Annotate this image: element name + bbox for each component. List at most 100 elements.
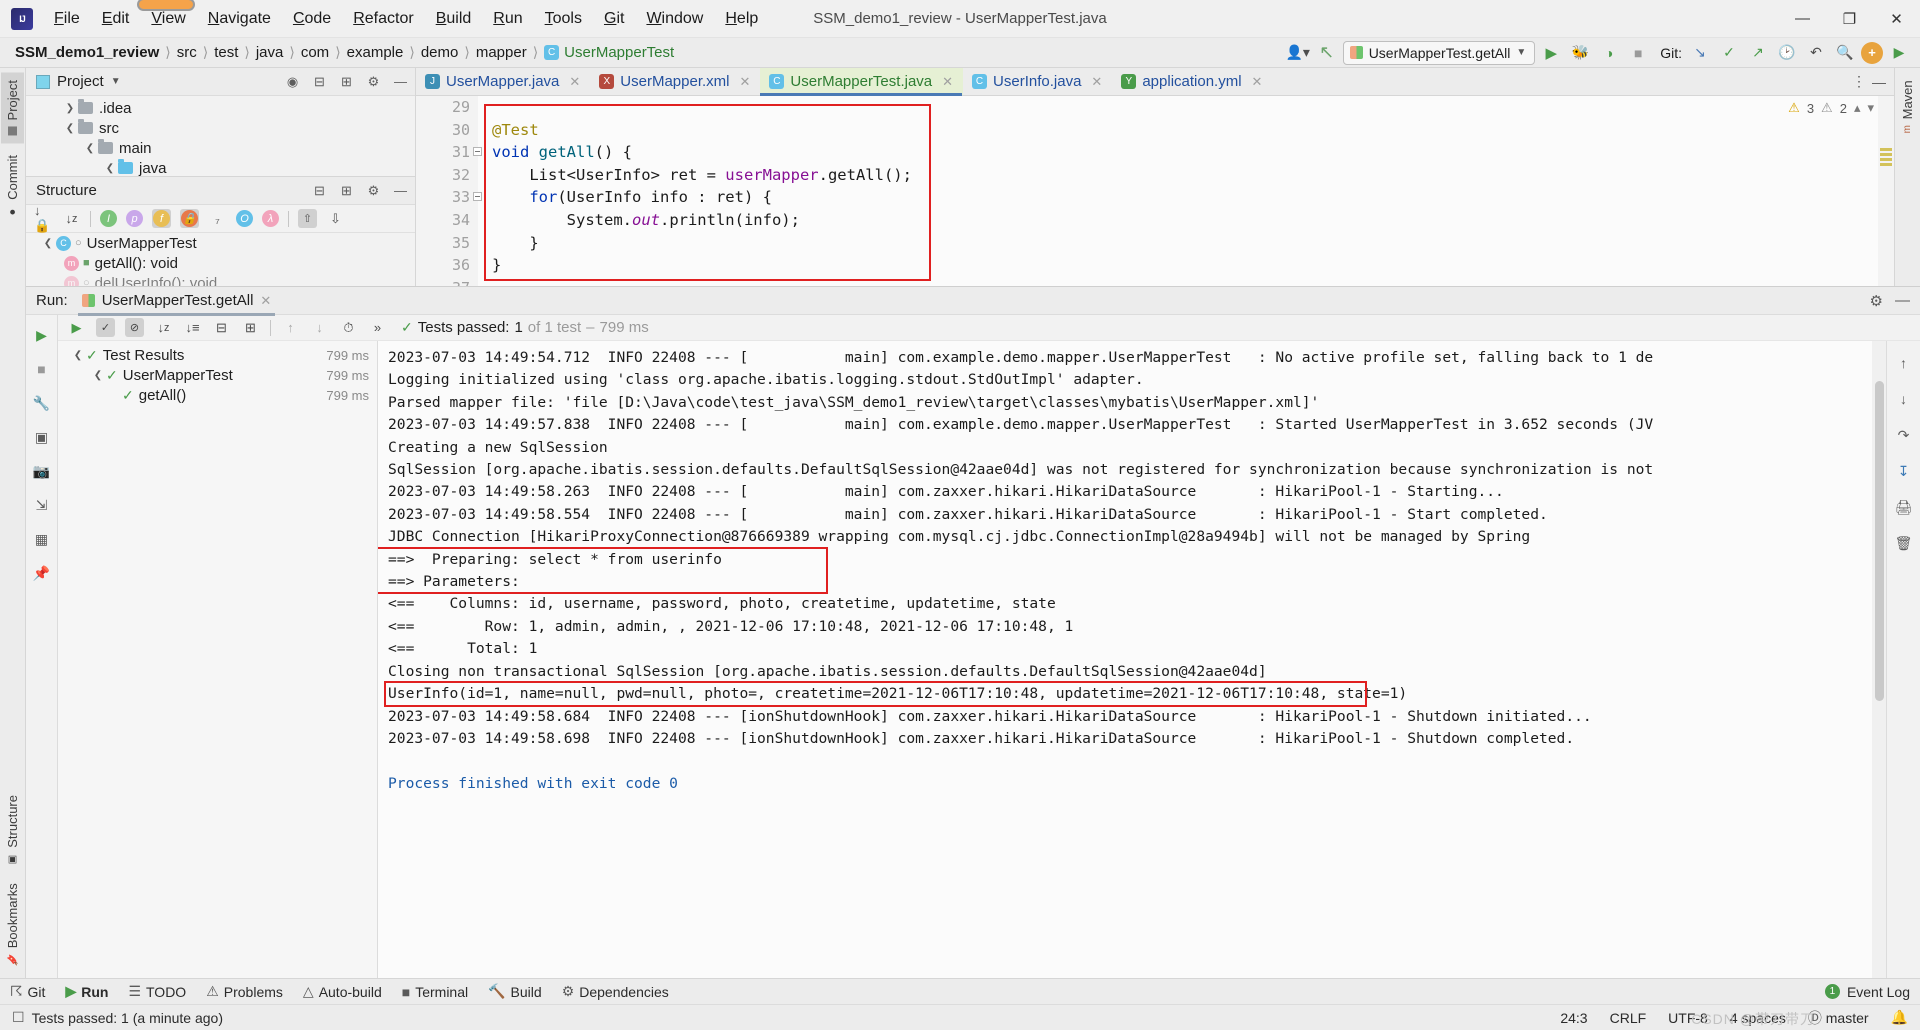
structure-node-getall[interactable]: m ■ getAll(): void	[26, 253, 415, 273]
console-scrollbar-thumb[interactable]	[1875, 381, 1884, 701]
rail-item-commit[interactable]: ● Commit	[1, 147, 24, 226]
sort-alphabetically-icon[interactable]: ↓ z	[62, 209, 81, 228]
search-icon[interactable]: 🔍	[1832, 41, 1858, 65]
rail-item-maven[interactable]: m Maven	[1896, 72, 1919, 141]
event-log-entry[interactable]: 1 Event Log	[1824, 984, 1910, 1000]
breadcrumb-demo[interactable]: demo	[416, 43, 464, 62]
inspection-status[interactable]: ⚠ 3 ⚠ 2 ▴ ▾	[1788, 100, 1874, 116]
menu-file[interactable]: File	[43, 6, 91, 32]
hide-panel-icon[interactable]: —	[392, 182, 409, 199]
close-icon[interactable]: ✕	[569, 74, 580, 90]
console-scrollbar[interactable]	[1872, 341, 1886, 978]
hide-panel-icon[interactable]: —	[1895, 292, 1910, 309]
chevron-down-icon[interactable]: ❮	[40, 238, 56, 249]
more-icon[interactable]: »	[368, 318, 387, 337]
breadcrumb-java[interactable]: java	[251, 43, 289, 62]
more-tabs-icon[interactable]: ⋮	[1852, 73, 1866, 90]
scroll-to-end-icon[interactable]: ↧	[1894, 461, 1914, 481]
expand-all-icon[interactable]: ⊟	[212, 318, 231, 337]
rail-item-structure[interactable]: ▣ Structure	[1, 787, 24, 873]
show-interfaces-icon[interactable]: O	[236, 210, 253, 227]
collapse-all-icon[interactable]: ⇩	[326, 209, 345, 228]
close-icon[interactable]: ✕	[1091, 74, 1102, 90]
tree-node-main[interactable]: ❮ main	[26, 138, 415, 158]
show-passed-icon[interactable]: ✓	[96, 318, 115, 337]
maximize-button[interactable]: ❐	[1826, 0, 1873, 38]
run-side-toolbar[interactable]: ▶ ■ 🔧 ▣ 📷 ⇲ ▦ 📌	[26, 315, 58, 978]
breadcrumb-example[interactable]: example	[342, 43, 409, 62]
run-coverage-icon[interactable]: ◑	[1596, 41, 1622, 65]
test-tree-row-class[interactable]: ❮ ✓ UserMapperTest 799 ms	[58, 365, 377, 385]
assistant-icon[interactable]: ▶	[1886, 41, 1912, 65]
history-icon[interactable]: 🕑	[1774, 41, 1800, 65]
gear-icon[interactable]: ⚙	[365, 73, 382, 90]
menu-refactor[interactable]: Refactor	[342, 6, 424, 32]
plugins-icon[interactable]: +	[1861, 41, 1883, 64]
test-tree-row-results[interactable]: ❮ ✓ Test Results 799 ms	[58, 345, 377, 365]
clear-all-icon[interactable]: 🗑	[1894, 533, 1914, 553]
caret-position[interactable]: 24:3	[1560, 1010, 1587, 1026]
code-editor[interactable]: 29 30 ▶✓ 31 32 33	[416, 96, 1894, 286]
rerun-icon[interactable]: ▶	[67, 318, 86, 337]
expand-all-icon[interactable]: ⊟	[311, 73, 328, 90]
tree-node-src[interactable]: ❮ src	[26, 118, 415, 138]
rail-item-project[interactable]: Project	[1, 72, 24, 144]
editor-scrollbar[interactable]	[1878, 96, 1894, 286]
show-lambdas-icon[interactable]: λ	[262, 210, 279, 227]
menu-build[interactable]: Build	[425, 6, 483, 32]
console-side-actions[interactable]: ↑ ↓ ↷ ↧ 🖨 🗑	[1886, 341, 1920, 978]
rerun-icon[interactable]: ▶	[32, 325, 52, 345]
code-text[interactable]: @Test void getAll() { List<UserInfo> ret…	[478, 96, 1894, 286]
close-icon[interactable]: ✕	[740, 74, 751, 90]
project-panel-title-group[interactable]: Project ▼	[36, 73, 121, 90]
stop-icon[interactable]: ■	[32, 359, 52, 379]
chevron-right-icon[interactable]: ❯	[62, 103, 78, 114]
gear-icon[interactable]: ⚙	[1870, 292, 1883, 310]
toolstrip-item-auto-build[interactable]: △ Auto-build	[303, 983, 382, 1000]
expand-all-icon[interactable]: ⇧	[298, 209, 317, 228]
hide-panel-icon[interactable]: —	[392, 73, 409, 90]
toolstrip-item-build[interactable]: 🔨 Build	[488, 983, 542, 1000]
collapse-all-icon[interactable]: ⊞	[338, 182, 355, 199]
export-icon[interactable]: ⇲	[32, 495, 52, 515]
line-number-with-run-gutter[interactable]: ▶✓ 31	[416, 141, 482, 164]
close-icon[interactable]: ✕	[942, 74, 953, 90]
layout-icon[interactable]: ▣	[32, 427, 52, 447]
breadcrumb-src[interactable]: src	[172, 43, 202, 62]
menu-navigate[interactable]: Navigate	[197, 6, 282, 32]
chevron-up-icon[interactable]: ▴	[1854, 100, 1861, 116]
toolstrip-item-run[interactable]: ▶ Run	[65, 983, 108, 1000]
structure-tree[interactable]: ❮ C ○ UserMapperTest m ■ getAll(): void	[26, 233, 415, 286]
minimize-button[interactable]: —	[1779, 0, 1826, 38]
run-configuration-selector[interactable]: UserMapperTest.getAll ▼	[1342, 40, 1536, 65]
undo-icon[interactable]: ↶	[1803, 41, 1829, 65]
chevron-down-icon[interactable]: ❮	[102, 163, 118, 174]
prev-failed-icon[interactable]: ↑	[281, 318, 300, 337]
close-icon[interactable]: ✕	[1252, 74, 1263, 90]
editor-tab-usermapper-java[interactable]: J UserMapper.java ✕	[416, 68, 590, 95]
left-tool-rail[interactable]: Project ● Commit ▣ Structure 🔖 Bookmarks	[0, 68, 26, 978]
tree-node-idea[interactable]: ❯ .idea	[26, 98, 415, 118]
print-icon[interactable]: 🖨	[1894, 497, 1914, 517]
stop-icon[interactable]: ■	[1625, 41, 1651, 65]
menu-edit[interactable]: Edit	[91, 6, 141, 32]
run-window-actions[interactable]: ⚙ —	[1870, 292, 1910, 310]
breadcrumb-file[interactable]: C UserMapperTest	[539, 43, 679, 62]
chevron-down-icon[interactable]: ❮	[82, 143, 98, 154]
chevron-down-icon[interactable]: ❮	[62, 123, 78, 134]
toolstrip-item-terminal[interactable]: ■ Terminal	[402, 984, 468, 1000]
test-results-tree[interactable]: ❮ ✓ Test Results 799 ms ❮ ✓ UserMapperTe…	[58, 341, 378, 978]
run-tab-usermappertest-getall[interactable]: UserMapperTest.getAll ✕	[77, 289, 276, 316]
structure-panel-actions[interactable]: ⊟ ⊞ ⚙ —	[311, 182, 409, 199]
grid-icon[interactable]: ▦	[32, 529, 52, 549]
structure-node-deluserinfo[interactable]: m ○ delUserInfo(): void	[26, 273, 415, 286]
sort-by-visibility-icon[interactable]: ↓🔒	[34, 203, 53, 233]
menu-tools[interactable]: Tools	[534, 6, 593, 32]
breadcrumb-mapper[interactable]: mapper	[471, 43, 532, 62]
run-icon[interactable]: ▶	[1538, 41, 1564, 65]
show-inherited-icon[interactable]: I	[100, 210, 117, 227]
user-icon[interactable]: 👤▾	[1285, 41, 1311, 65]
soft-wrap-icon[interactable]: ↷	[1894, 425, 1914, 445]
editor-tab-actions[interactable]: ⋮ —	[1844, 68, 1894, 95]
chevron-down-icon[interactable]: ▼	[111, 76, 121, 87]
